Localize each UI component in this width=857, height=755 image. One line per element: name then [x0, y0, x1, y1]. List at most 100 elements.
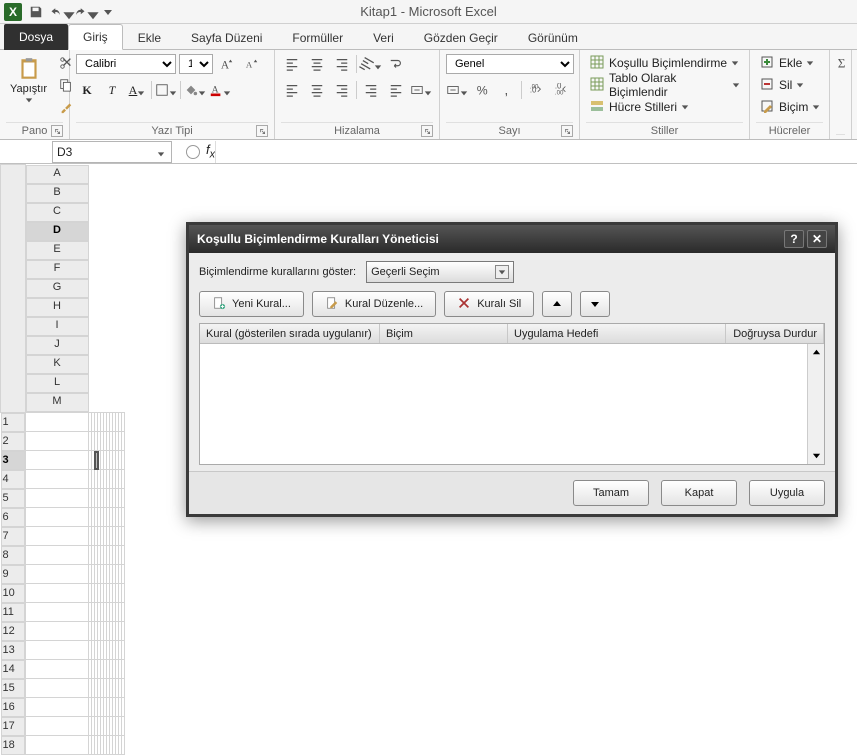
cell-A3[interactable]	[25, 451, 89, 470]
close-button[interactable]: Kapat	[661, 480, 737, 506]
number-format-combo[interactable]: Genel	[446, 54, 574, 74]
col-header-C[interactable]: C	[26, 203, 89, 222]
cell-M2[interactable]	[122, 432, 125, 451]
fill-color-button[interactable]	[184, 80, 206, 100]
col-header-D[interactable]: D	[26, 222, 89, 241]
decrease-decimal-button[interactable]	[550, 80, 572, 100]
cell-M12[interactable]	[122, 622, 125, 641]
increase-decimal-button[interactable]	[525, 80, 547, 100]
fx-button[interactable]: fx	[206, 142, 215, 161]
cell-A17[interactable]	[25, 717, 89, 736]
font-color-button[interactable]	[209, 80, 231, 100]
scope-combo[interactable]: Geçerli Seçim	[366, 261, 514, 283]
tab-file[interactable]: Dosya	[4, 24, 68, 50]
cell-M6[interactable]	[122, 508, 125, 527]
cell-M14[interactable]	[122, 660, 125, 679]
row-header-5[interactable]: 5	[1, 489, 25, 508]
row-header-10[interactable]: 10	[1, 584, 25, 603]
delete-cells-button[interactable]: Sil	[756, 75, 823, 95]
cell-M8[interactable]	[122, 546, 125, 565]
cell-M10[interactable]	[122, 584, 125, 603]
edit-rule-button[interactable]: Kural Düzenle...	[312, 291, 436, 317]
row-header-16[interactable]: 16	[1, 698, 25, 717]
formula-input[interactable]	[215, 141, 857, 163]
cell-A4[interactable]	[25, 470, 89, 489]
cell-A9[interactable]	[25, 565, 89, 584]
ok-button[interactable]: Tamam	[573, 480, 649, 506]
cell-A12[interactable]	[25, 622, 89, 641]
cell-styles-button[interactable]: Hücre Stilleri	[586, 97, 743, 117]
grow-font-button[interactable]	[216, 54, 238, 74]
new-rule-button[interactable]: Yeni Kural...	[199, 291, 304, 317]
borders-button[interactable]	[155, 80, 177, 100]
col-header-I[interactable]: I	[26, 317, 89, 336]
row-header-3[interactable]: 3	[1, 451, 25, 470]
cell-M17[interactable]	[122, 717, 125, 736]
col-header-F[interactable]: F	[26, 260, 89, 279]
cell-M16[interactable]	[122, 698, 125, 717]
row-header-1[interactable]: 1	[1, 413, 25, 432]
cell-M15[interactable]	[122, 679, 125, 698]
row-header-2[interactable]: 2	[1, 432, 25, 451]
clipboard-launcher[interactable]	[51, 125, 63, 137]
currency-button[interactable]	[446, 80, 468, 100]
cell-M1[interactable]	[122, 412, 125, 432]
qat-customize[interactable]	[98, 2, 118, 22]
row-header-9[interactable]: 9	[1, 565, 25, 584]
app-icon[interactable]: X	[4, 3, 22, 21]
tab-insert[interactable]: Ekle	[123, 25, 176, 50]
move-up-button[interactable]	[542, 291, 572, 317]
row-header-14[interactable]: 14	[1, 660, 25, 679]
insert-cells-button[interactable]: Ekle	[756, 53, 823, 73]
tab-page-layout[interactable]: Sayfa Düzeni	[176, 25, 277, 50]
bold-button[interactable]: K	[76, 80, 98, 100]
row-header-12[interactable]: 12	[1, 622, 25, 641]
tab-data[interactable]: Veri	[358, 25, 409, 50]
move-down-button[interactable]	[580, 291, 610, 317]
dialog-close-button[interactable]: ✕	[807, 230, 827, 248]
number-launcher[interactable]	[561, 125, 573, 137]
row-header-6[interactable]: 6	[1, 508, 25, 527]
name-box[interactable]: D3	[52, 141, 172, 163]
redo-button[interactable]	[74, 2, 94, 22]
delete-rule-button[interactable]: Kuralı Sil	[444, 291, 534, 317]
row-header-18[interactable]: 18	[1, 736, 25, 755]
cell-A18[interactable]	[25, 736, 89, 755]
scroll-up-icon[interactable]	[808, 344, 824, 361]
tab-view[interactable]: Görünüm	[513, 25, 593, 50]
tab-review[interactable]: Gözden Geçir	[409, 25, 513, 50]
cell-A11[interactable]	[25, 603, 89, 622]
row-header-4[interactable]: 4	[1, 470, 25, 489]
dialog-titlebar[interactable]: Koşullu Biçimlendirme Kuralları Yönetici…	[189, 225, 835, 253]
dialog-help-button[interactable]: ?	[784, 230, 804, 248]
cell-A6[interactable]	[25, 508, 89, 527]
col-header-J[interactable]: J	[26, 336, 89, 355]
format-as-table-button[interactable]: Tablo Olarak Biçimlendir	[586, 75, 743, 95]
select-all-corner[interactable]	[1, 165, 26, 413]
cancel-formula-icon[interactable]	[186, 145, 200, 159]
cell-A13[interactable]	[25, 641, 89, 660]
undo-button[interactable]	[50, 2, 70, 22]
shrink-font-button[interactable]	[241, 54, 263, 74]
format-cells-button[interactable]: Biçim	[756, 97, 823, 117]
align-center-button[interactable]	[306, 80, 328, 100]
apply-button[interactable]: Uygula	[749, 480, 825, 506]
align-top-button[interactable]	[281, 54, 303, 74]
cell-M9[interactable]	[122, 565, 125, 584]
font-launcher[interactable]	[256, 125, 268, 137]
cell-M13[interactable]	[122, 641, 125, 660]
increase-indent-button[interactable]	[385, 80, 407, 100]
decrease-indent-button[interactable]	[360, 80, 382, 100]
cell-A15[interactable]	[25, 679, 89, 698]
row-header-13[interactable]: 13	[1, 641, 25, 660]
row-header-15[interactable]: 15	[1, 679, 25, 698]
cell-A5[interactable]	[25, 489, 89, 508]
col-header-E[interactable]: E	[26, 241, 89, 260]
col-header-B[interactable]: B	[26, 184, 89, 203]
paste-button[interactable]: Yapıştır	[6, 53, 51, 109]
merge-button[interactable]	[410, 80, 432, 100]
align-middle-button[interactable]	[306, 54, 328, 74]
italic-button[interactable]: T	[101, 80, 123, 100]
col-header-G[interactable]: G	[26, 279, 89, 298]
font-family-combo[interactable]: Calibri	[76, 54, 176, 74]
